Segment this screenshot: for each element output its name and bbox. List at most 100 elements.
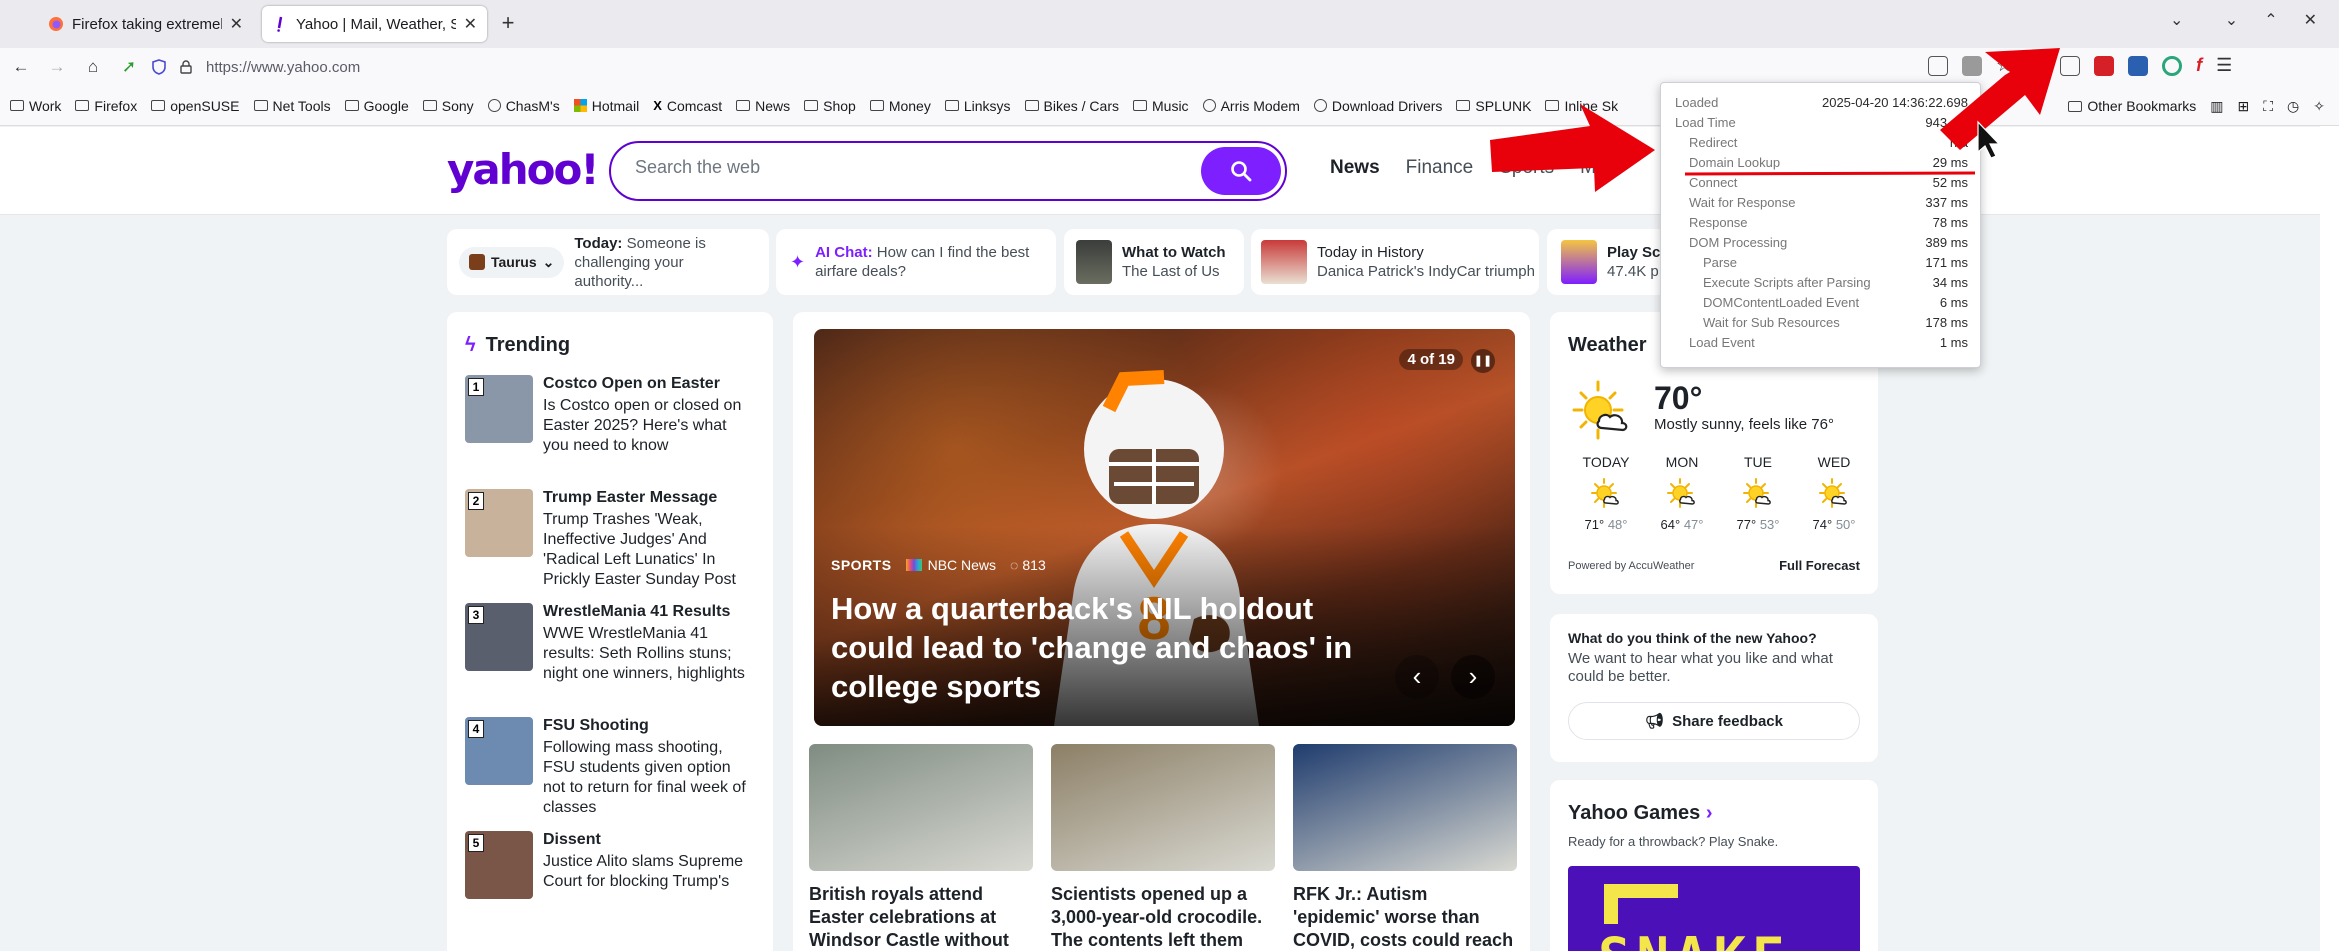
trending-item-desc[interactable]: Justice Alito slams Supreme Court for bl… bbox=[543, 852, 755, 892]
hero-title[interactable]: How a quarterback's NIL holdout could le… bbox=[831, 589, 1371, 706]
trending-item-title[interactable]: Costco Open on Easter bbox=[543, 375, 755, 393]
trending-item-desc[interactable]: Following mass shooting, FSU students gi… bbox=[543, 738, 755, 818]
trending-item-desc[interactable]: Is Costco open or closed on Easter 2025?… bbox=[543, 396, 755, 456]
close-tab-icon[interactable]: ✕ bbox=[464, 14, 477, 34]
yahoo-logo[interactable]: yahoo! bbox=[447, 145, 599, 194]
story-card[interactable]: British royals attend Easter celebration… bbox=[809, 744, 1033, 951]
extension-green-circle-icon[interactable] bbox=[2162, 55, 2183, 76]
hero-comment-count[interactable]: 813 bbox=[1022, 557, 1045, 573]
bookmark-hotmail[interactable]: Hotmail bbox=[573, 98, 639, 114]
ai-chat-ticker[interactable]: ✦ AI Chat: How can I find the best airfa… bbox=[776, 229, 1056, 295]
bookmark-sony[interactable]: Sony bbox=[422, 98, 474, 114]
screenshot-icon[interactable]: ⛶ bbox=[2263, 98, 2273, 115]
trending-item-title[interactable]: FSU Shooting bbox=[543, 717, 755, 735]
maximize-icon[interactable]: ⌃ bbox=[2264, 10, 2277, 30]
trending-item[interactable]: 3 WrestleMania 41 Results WWE WrestleMania… bbox=[465, 603, 755, 697]
nav-news[interactable]: News bbox=[1330, 157, 1380, 179]
extension-red-f-icon[interactable]: f bbox=[2196, 55, 2202, 76]
url-text[interactable]: https://www.yahoo.com bbox=[206, 59, 360, 76]
share-feedback-button[interactable]: 📢︎ Share feedback bbox=[1568, 702, 1860, 740]
pause-icon[interactable]: ❚❚ bbox=[1471, 349, 1495, 373]
bookmark-comcast[interactable]: X Comcast bbox=[653, 98, 722, 114]
trending-item-desc[interactable]: WWE WrestleMania 41 results: Seth Rollin… bbox=[543, 624, 755, 684]
lock-icon[interactable] bbox=[180, 60, 192, 74]
tab-yahoo[interactable]: Yahoo | Mail, Weather, Sea ✕ bbox=[262, 6, 487, 42]
forward-icon[interactable]: → bbox=[42, 57, 72, 77]
back-icon[interactable]: ← bbox=[6, 57, 36, 77]
previous-slide-icon[interactable]: ‹ bbox=[1395, 655, 1439, 699]
trending-item[interactable]: 4 FSU Shooting Following mass shooting, FS… bbox=[465, 717, 755, 816]
weather-title[interactable]: Weather bbox=[1568, 334, 1647, 357]
extension-blue-icon[interactable] bbox=[2128, 55, 2149, 76]
menu-icon[interactable]: ☰ bbox=[2216, 55, 2232, 76]
bookmark-net-tools[interactable]: Net Tools bbox=[253, 98, 331, 114]
history-ticker[interactable]: Today in History Danica Patrick's IndyCar… bbox=[1251, 229, 1539, 295]
bookmark-star-icon[interactable]: ☆ bbox=[1996, 55, 2012, 76]
bookmark-google[interactable]: Google bbox=[344, 98, 409, 114]
full-forecast-link[interactable]: Full Forecast bbox=[1779, 558, 1860, 573]
minimize-icon[interactable]: ⌄ bbox=[2225, 10, 2238, 30]
play-ticker[interactable]: Play Sc 47.4K p bbox=[1547, 229, 1667, 295]
trending-item-desc[interactable]: Trump Trashes 'Weak, Ineffective Judges'… bbox=[543, 510, 755, 590]
next-slide-icon[interactable]: › bbox=[1451, 655, 1495, 699]
folder-icon bbox=[253, 100, 268, 111]
bookmark-news[interactable]: News bbox=[736, 98, 790, 114]
bookmark-opensuse[interactable]: openSUSE bbox=[151, 98, 240, 114]
bookmark-shop[interactable]: Shop bbox=[804, 98, 856, 114]
nav-finance[interactable]: Finance bbox=[1406, 157, 1474, 179]
nav-more[interactable]: Mo bbox=[1580, 157, 1606, 179]
bookmark-download-drivers[interactable]: Download Drivers bbox=[1313, 98, 1442, 114]
adblock-icon[interactable] bbox=[2094, 55, 2115, 76]
bookmark-work[interactable]: Work bbox=[10, 98, 61, 114]
bookmark-arris-modem[interactable]: Arris Modem bbox=[1202, 98, 1300, 114]
tab-firefox-support[interactable]: Firefox taking extremely lo ✕ bbox=[38, 6, 253, 42]
story-card-title[interactable]: Scientists opened up a 3,000-year-old cr… bbox=[1051, 883, 1275, 951]
sidebar-icon[interactable]: ▥ bbox=[2210, 98, 2223, 115]
bookmark-music[interactable]: Music bbox=[1133, 98, 1189, 114]
trending-item-title[interactable]: WrestleMania 41 Results bbox=[543, 603, 755, 621]
list-tabs-chevron-icon[interactable]: ⌄ bbox=[2170, 10, 2183, 30]
page-action-icon[interactable] bbox=[1928, 55, 1948, 76]
bookmark-linksys[interactable]: Linksys bbox=[944, 98, 1011, 114]
trending-item[interactable]: 2 Trump Easter Message Trump Trashes 'Weak… bbox=[465, 489, 755, 588]
sync-icon[interactable] bbox=[2026, 55, 2047, 76]
trending-item-title[interactable]: Dissent bbox=[543, 831, 755, 849]
bookmark-chasm-s[interactable]: ChasM's bbox=[487, 98, 560, 114]
story-card-title[interactable]: British royals attend Easter celebration… bbox=[809, 883, 1033, 951]
library-icon[interactable]: ⊞ bbox=[2238, 98, 2250, 115]
other-bookmarks-folder[interactable]: Other Bookmarks bbox=[2068, 98, 2196, 114]
container-icon[interactable] bbox=[2060, 55, 2081, 76]
story-card[interactable]: Scientists opened up a 3,000-year-old cr… bbox=[1051, 744, 1275, 951]
extensions-icon[interactable]: ✧ bbox=[2313, 98, 2325, 115]
bookmark-splunk[interactable]: SPLUNK bbox=[1456, 98, 1531, 114]
bookmark-firefox[interactable]: Firefox bbox=[75, 98, 137, 114]
hero-story[interactable]: 8 4 of 19 ❚❚ SPORTS NBC News ◌ 813 How a… bbox=[814, 329, 1515, 726]
trending-item[interactable]: 1 Costco Open on Easter Is Costco open or … bbox=[465, 375, 755, 469]
close-tab-icon[interactable]: ✕ bbox=[230, 14, 243, 34]
what-to-watch-ticker[interactable]: What to Watch The Last of Us bbox=[1064, 229, 1244, 295]
nav-sports[interactable]: Sports bbox=[1499, 157, 1554, 179]
search-button[interactable] bbox=[1201, 147, 1281, 195]
new-tab-button[interactable]: + bbox=[494, 10, 522, 36]
story-card-title[interactable]: RFK Jr.: Autism 'epidemic' worse than CO… bbox=[1293, 883, 1517, 951]
history-icon[interactable]: ◷ bbox=[2287, 98, 2299, 115]
zodiac-selector[interactable]: Taurus ⌄ bbox=[459, 246, 565, 278]
bookmark-money[interactable]: Money bbox=[869, 98, 931, 114]
tracking-shield-icon[interactable] bbox=[152, 59, 166, 75]
folder-icon bbox=[1456, 100, 1471, 111]
address-bar[interactable]: https://www.yahoo.com bbox=[152, 52, 2012, 82]
trending-item[interactable]: 5 Dissent Justice Alito slams Supreme Cour… bbox=[465, 831, 755, 925]
search-input[interactable] bbox=[635, 157, 1195, 178]
trending-item-title[interactable]: Trump Easter Message bbox=[543, 489, 755, 507]
story-card[interactable]: RFK Jr.: Autism 'epidemic' worse than CO… bbox=[1293, 744, 1517, 951]
home-icon[interactable]: ⌂ bbox=[78, 57, 108, 77]
extension-green-icon[interactable]: ➚ bbox=[114, 57, 144, 77]
bookmark-inline-sk[interactable]: Inline Sk bbox=[1545, 98, 1618, 114]
load-time-extension-icon[interactable] bbox=[1962, 55, 1982, 76]
games-title[interactable]: Yahoo Games › bbox=[1568, 802, 1713, 825]
close-window-icon[interactable]: ✕ bbox=[2304, 10, 2317, 30]
horoscope-ticker[interactable]: Taurus ⌄ Today: Someone is challenging yo… bbox=[447, 229, 769, 295]
bookmark-bikes-cars[interactable]: Bikes / Cars bbox=[1024, 98, 1119, 114]
hero-category[interactable]: SPORTS bbox=[831, 557, 892, 573]
snake-banner[interactable]: SNAKE bbox=[1568, 866, 1860, 951]
